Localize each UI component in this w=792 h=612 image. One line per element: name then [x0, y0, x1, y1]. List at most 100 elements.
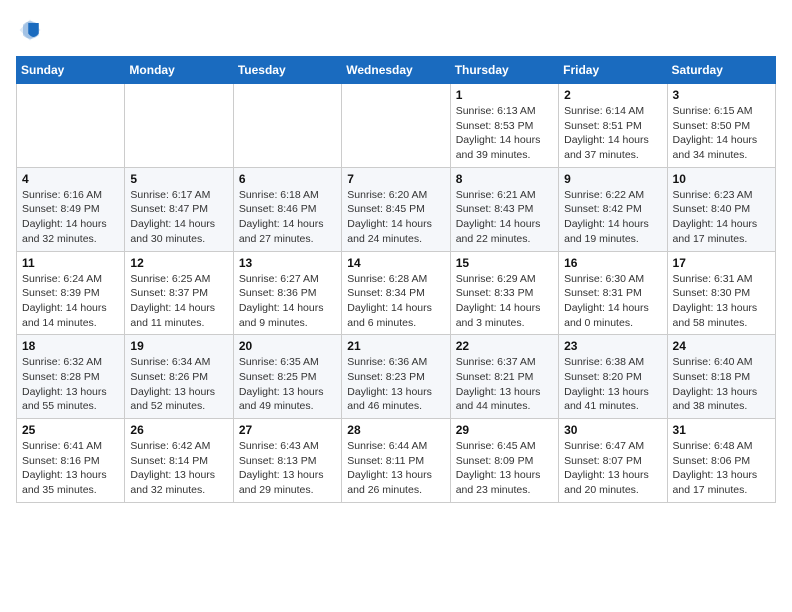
day-info: Sunrise: 6:36 AM Sunset: 8:23 PM Dayligh…	[347, 355, 444, 414]
weekday-header-tuesday: Tuesday	[233, 57, 341, 84]
day-info: Sunrise: 6:42 AM Sunset: 8:14 PM Dayligh…	[130, 439, 227, 498]
week-row-5: 25Sunrise: 6:41 AM Sunset: 8:16 PM Dayli…	[17, 419, 776, 503]
day-info: Sunrise: 6:18 AM Sunset: 8:46 PM Dayligh…	[239, 188, 336, 247]
day-info: Sunrise: 6:14 AM Sunset: 8:51 PM Dayligh…	[564, 104, 661, 163]
week-row-2: 4 Sunrise: 6:16 AM Sunset: 8:49 PM Daylig…	[17, 167, 776, 251]
day-number: 24	[673, 339, 770, 353]
day-info: Sunrise: 6:40 AM Sunset: 8:18 PM Dayligh…	[673, 355, 770, 414]
day-number: 25	[22, 423, 119, 437]
day-info: Sunrise: 6:27 AM Sunset: 8:36 PM Dayligh…	[239, 272, 336, 331]
calendar-cell: 25Sunrise: 6:41 AM Sunset: 8:16 PM Dayli…	[17, 419, 125, 503]
week-row-3: 11 Sunrise: 6:24 AM Sunset: 8:39 PM Dayli…	[17, 251, 776, 335]
day-number: 2	[564, 88, 661, 102]
day-info: Sunrise: 6:16 AM Sunset: 8:49 PM Dayligh…	[22, 188, 119, 247]
calendar-cell	[342, 84, 450, 168]
day-info: Sunrise: 6:34 AM Sunset: 8:26 PM Dayligh…	[130, 355, 227, 414]
day-number: 11	[22, 256, 119, 270]
day-number: 12	[130, 256, 227, 270]
calendar-cell	[233, 84, 341, 168]
day-info: Sunrise: 6:24 AM Sunset: 8:39 PM Dayligh…	[22, 272, 119, 331]
weekday-header-row: SundayMondayTuesdayWednesdayThursdayFrid…	[17, 57, 776, 84]
day-number: 21	[347, 339, 444, 353]
day-info: Sunrise: 6:48 AM Sunset: 8:06 PM Dayligh…	[673, 439, 770, 498]
day-info: Sunrise: 6:13 AM Sunset: 8:53 PM Dayligh…	[456, 104, 553, 163]
calendar-cell: 8Sunrise: 6:21 AM Sunset: 8:43 PM Daylig…	[450, 167, 558, 251]
day-info: Sunrise: 6:47 AM Sunset: 8:07 PM Dayligh…	[564, 439, 661, 498]
calendar-cell: 30 Sunrise: 6:47 AM Sunset: 8:07 PM Dayli…	[559, 419, 667, 503]
calendar-header: SundayMondayTuesdayWednesdayThursdayFrid…	[17, 57, 776, 84]
calendar-cell: 9 Sunrise: 6:22 AM Sunset: 8:42 PM Daylig…	[559, 167, 667, 251]
weekday-header-thursday: Thursday	[450, 57, 558, 84]
page-header	[16, 16, 776, 44]
day-info: Sunrise: 6:22 AM Sunset: 8:42 PM Dayligh…	[564, 188, 661, 247]
day-info: Sunrise: 6:25 AM Sunset: 8:37 PM Dayligh…	[130, 272, 227, 331]
day-number: 18	[22, 339, 119, 353]
calendar-cell: 27Sunrise: 6:43 AM Sunset: 8:13 PM Dayli…	[233, 419, 341, 503]
day-info: Sunrise: 6:38 AM Sunset: 8:20 PM Dayligh…	[564, 355, 661, 414]
calendar-cell: 10Sunrise: 6:23 AM Sunset: 8:40 PM Dayli…	[667, 167, 775, 251]
weekday-header-monday: Monday	[125, 57, 233, 84]
calendar-cell: 22 Sunrise: 6:37 AM Sunset: 8:21 PM Dayli…	[450, 335, 558, 419]
calendar-cell: 19 Sunrise: 6:34 AM Sunset: 8:26 PM Dayli…	[125, 335, 233, 419]
calendar-cell: 17 Sunrise: 6:31 AM Sunset: 8:30 PM Dayli…	[667, 251, 775, 335]
calendar-cell: 28Sunrise: 6:44 AM Sunset: 8:11 PM Dayli…	[342, 419, 450, 503]
logo-icon	[16, 16, 44, 44]
calendar-cell: 7Sunrise: 6:20 AM Sunset: 8:45 PM Daylig…	[342, 167, 450, 251]
day-info: Sunrise: 6:30 AM Sunset: 8:31 PM Dayligh…	[564, 272, 661, 331]
day-number: 4	[22, 172, 119, 186]
calendar-cell: 1 Sunrise: 6:13 AM Sunset: 8:53 PM Daylig…	[450, 84, 558, 168]
calendar-cell: 29Sunrise: 6:45 AM Sunset: 8:09 PM Dayli…	[450, 419, 558, 503]
calendar-cell: 18 Sunrise: 6:32 AM Sunset: 8:28 PM Dayli…	[17, 335, 125, 419]
calendar-cell: 15 Sunrise: 6:29 AM Sunset: 8:33 PM Dayli…	[450, 251, 558, 335]
day-number: 26	[130, 423, 227, 437]
week-row-4: 18 Sunrise: 6:32 AM Sunset: 8:28 PM Dayli…	[17, 335, 776, 419]
calendar-cell: 12 Sunrise: 6:25 AM Sunset: 8:37 PM Dayli…	[125, 251, 233, 335]
day-number: 8	[456, 172, 553, 186]
day-info: Sunrise: 6:32 AM Sunset: 8:28 PM Dayligh…	[22, 355, 119, 414]
calendar-cell: 11 Sunrise: 6:24 AM Sunset: 8:39 PM Dayli…	[17, 251, 125, 335]
day-number: 30	[564, 423, 661, 437]
logo	[16, 16, 48, 44]
day-number: 5	[130, 172, 227, 186]
day-number: 6	[239, 172, 336, 186]
day-info: Sunrise: 6:31 AM Sunset: 8:30 PM Dayligh…	[673, 272, 770, 331]
week-row-1: 1 Sunrise: 6:13 AM Sunset: 8:53 PM Daylig…	[17, 84, 776, 168]
weekday-header-friday: Friday	[559, 57, 667, 84]
day-info: Sunrise: 6:15 AM Sunset: 8:50 PM Dayligh…	[673, 104, 770, 163]
calendar-cell: 23Sunrise: 6:38 AM Sunset: 8:20 PM Dayli…	[559, 335, 667, 419]
calendar-cell: 21 Sunrise: 6:36 AM Sunset: 8:23 PM Dayli…	[342, 335, 450, 419]
day-info: Sunrise: 6:20 AM Sunset: 8:45 PM Dayligh…	[347, 188, 444, 247]
calendar-cell: 4 Sunrise: 6:16 AM Sunset: 8:49 PM Daylig…	[17, 167, 125, 251]
day-info: Sunrise: 6:29 AM Sunset: 8:33 PM Dayligh…	[456, 272, 553, 331]
calendar-cell: 16 Sunrise: 6:30 AM Sunset: 8:31 PM Dayli…	[559, 251, 667, 335]
day-number: 14	[347, 256, 444, 270]
weekday-header-sunday: Sunday	[17, 57, 125, 84]
day-number: 13	[239, 256, 336, 270]
day-number: 31	[673, 423, 770, 437]
calendar-cell: 20Sunrise: 6:35 AM Sunset: 8:25 PM Dayli…	[233, 335, 341, 419]
calendar-body: 1 Sunrise: 6:13 AM Sunset: 8:53 PM Daylig…	[17, 84, 776, 503]
day-number: 16	[564, 256, 661, 270]
calendar-cell	[125, 84, 233, 168]
calendar-cell: 3Sunrise: 6:15 AM Sunset: 8:50 PM Daylig…	[667, 84, 775, 168]
day-number: 27	[239, 423, 336, 437]
day-info: Sunrise: 6:44 AM Sunset: 8:11 PM Dayligh…	[347, 439, 444, 498]
day-info: Sunrise: 6:28 AM Sunset: 8:34 PM Dayligh…	[347, 272, 444, 331]
calendar-cell: 6 Sunrise: 6:18 AM Sunset: 8:46 PM Daylig…	[233, 167, 341, 251]
day-info: Sunrise: 6:37 AM Sunset: 8:21 PM Dayligh…	[456, 355, 553, 414]
calendar-table: SundayMondayTuesdayWednesdayThursdayFrid…	[16, 56, 776, 503]
day-info: Sunrise: 6:35 AM Sunset: 8:25 PM Dayligh…	[239, 355, 336, 414]
day-number: 17	[673, 256, 770, 270]
day-info: Sunrise: 6:17 AM Sunset: 8:47 PM Dayligh…	[130, 188, 227, 247]
day-number: 29	[456, 423, 553, 437]
day-number: 19	[130, 339, 227, 353]
calendar-cell: 2 Sunrise: 6:14 AM Sunset: 8:51 PM Daylig…	[559, 84, 667, 168]
calendar-cell	[17, 84, 125, 168]
day-number: 22	[456, 339, 553, 353]
day-number: 1	[456, 88, 553, 102]
day-number: 9	[564, 172, 661, 186]
day-info: Sunrise: 6:23 AM Sunset: 8:40 PM Dayligh…	[673, 188, 770, 247]
day-number: 15	[456, 256, 553, 270]
weekday-header-saturday: Saturday	[667, 57, 775, 84]
calendar-cell: 14 Sunrise: 6:28 AM Sunset: 8:34 PM Dayli…	[342, 251, 450, 335]
